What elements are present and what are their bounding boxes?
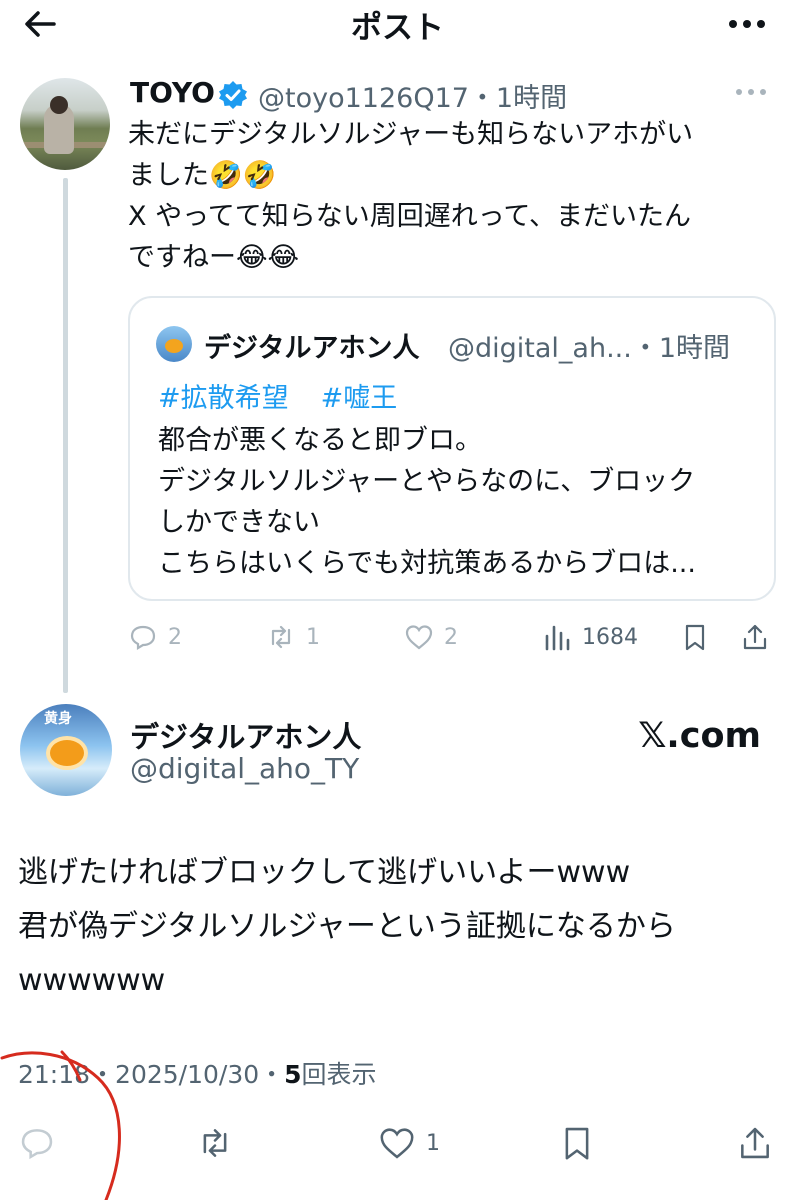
repost-icon: [271, 625, 291, 649]
like-button[interactable]: 1: [378, 1118, 440, 1168]
reply-author-name[interactable]: デジタルアホン人: [130, 714, 361, 756]
quoted-author-avatar: [156, 326, 192, 362]
bookmark-icon: [685, 624, 705, 651]
bookmark-button[interactable]: [680, 616, 710, 658]
timestamp[interactable]: 21:18・2025/10/30・: [18, 1060, 284, 1089]
post-text-line: ました🤣🤣: [128, 160, 277, 191]
hashtags: #拡散希望 #嘘王: [158, 376, 397, 415]
thread-line: [63, 178, 68, 693]
reply-icon: [21, 1129, 53, 1160]
author-avatar[interactable]: [20, 78, 110, 170]
views-button[interactable]: 1684: [542, 616, 638, 658]
bookmark-button[interactable]: [558, 1118, 596, 1168]
repost-button[interactable]: [196, 1118, 234, 1168]
reply-button[interactable]: [18, 1118, 56, 1168]
like-count: 1: [426, 1130, 440, 1156]
reply-author-avatar[interactable]: 黄身: [20, 704, 112, 796]
quoted-author-handle: @digital_ah...・1時間: [448, 333, 730, 364]
page-title: ポスト: [351, 10, 444, 46]
reply-text-line: 逃げたければブロックして逃げいいよーwww: [18, 855, 631, 890]
author-name[interactable]: TOYO: [130, 76, 215, 109]
post-meta: 21:18・2025/10/30・5回表示: [18, 1055, 377, 1091]
reply-actions: 1: [0, 1118, 795, 1168]
quoted-text-line: 都合が悪くなると即ブロ。: [158, 425, 482, 456]
view-count-number: 5: [284, 1060, 302, 1089]
post-text-line: X やってて知らない周回遅れって、まだいたん: [128, 201, 692, 232]
quoted-text-line: デジタルソルジャーとやらなのに、ブロック: [158, 466, 696, 497]
post-text-line: ですねー😂😂: [128, 242, 300, 273]
verified-badge-icon: [219, 81, 247, 109]
repost-button[interactable]: 1: [266, 616, 320, 658]
bookmark-icon: [565, 1127, 589, 1160]
quoted-text-line: こちらはいくらでも対抗策あるからブロは...: [158, 548, 696, 579]
heart-icon: [380, 1128, 414, 1159]
post-more-icon[interactable]: [733, 80, 769, 104]
reply-text: 逃げたければブロックして逃げいいよーwww 君が偽デジタルソルジャーという証拠に…: [18, 846, 778, 1008]
share-button[interactable]: [740, 616, 770, 658]
share-icon: [741, 1127, 769, 1159]
post-actions: 2 1 2 1684: [128, 616, 778, 658]
post-text-line: 未だにデジタルソルジャーも知らないアホがい: [128, 119, 694, 150]
hashtag-link[interactable]: #拡散希望: [158, 383, 289, 414]
quoted-author-name: デジタルアホン人: [204, 333, 420, 364]
reply-button[interactable]: 2: [128, 616, 182, 658]
more-icon[interactable]: [727, 6, 767, 42]
reply-author-handle[interactable]: @digital_aho_TY: [130, 752, 359, 785]
author-handle[interactable]: @toyo1126Q17・1時間: [258, 76, 567, 115]
reply-text-line: wwwwww: [18, 963, 166, 998]
quoted-post[interactable]: デジタルアホン人 @digital_ah...・1時間 #拡散希望 #嘘王 都合が…: [128, 296, 776, 601]
x-com-logo: 𝕏.com: [638, 716, 761, 756]
reply-count: 2: [168, 624, 182, 650]
heart-icon: [405, 625, 433, 650]
share-button[interactable]: [736, 1118, 774, 1168]
repost-icon: [203, 1129, 227, 1157]
reply-text-line: 君が偽デジタルソルジャーという証拠になるから: [18, 909, 676, 944]
top-bar: ポスト: [0, 0, 795, 48]
like-button[interactable]: 2: [404, 616, 458, 658]
views-chart-icon: [545, 625, 570, 651]
quoted-text-line: しかできない: [158, 507, 320, 538]
share-icon: [743, 624, 767, 650]
quoted-text: 都合が悪くなると即ブロ。 デジタルソルジャーとやらなのに、ブロック しかできない…: [158, 420, 758, 584]
like-count: 2: [444, 624, 458, 650]
view-label: 回表示: [301, 1060, 377, 1089]
view-count: 1684: [582, 624, 638, 650]
reply-icon: [130, 625, 156, 650]
repost-count: 1: [306, 624, 320, 650]
hashtag-link[interactable]: #嘘王: [321, 383, 398, 414]
post-text: 未だにデジタルソルジャーも知らないアホがい ました🤣🤣 X やってて知らない周回…: [128, 114, 768, 278]
